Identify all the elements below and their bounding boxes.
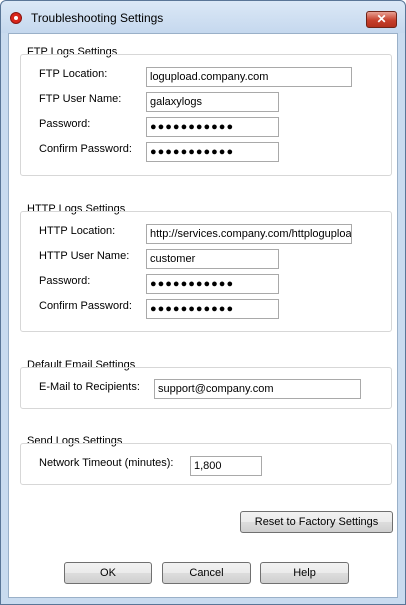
http-confirm-password-input[interactable]: ●●●●●●●●●●● bbox=[146, 299, 279, 319]
email-recipients-input[interactable]: support@company.com bbox=[154, 379, 361, 399]
help-button[interactable]: Help bbox=[260, 562, 349, 584]
ftp-confirm-password-label: Confirm Password: bbox=[39, 143, 132, 155]
ok-button[interactable]: OK bbox=[64, 562, 152, 584]
ftp-password-label: Password: bbox=[39, 118, 91, 130]
ftp-username-input[interactable]: galaxylogs bbox=[146, 92, 279, 112]
ftp-location-input[interactable]: logupload.company.com bbox=[146, 67, 352, 87]
cancel-button[interactable]: Cancel bbox=[162, 562, 251, 584]
http-username-input[interactable]: customer bbox=[146, 249, 279, 269]
window-title: Troubleshooting Settings bbox=[31, 11, 164, 25]
title-bar[interactable]: Troubleshooting Settings ✕ bbox=[1, 1, 405, 33]
http-confirm-password-label: Confirm Password: bbox=[39, 300, 132, 312]
network-timeout-input[interactable]: 1,800 bbox=[190, 456, 262, 476]
close-button[interactable]: ✕ bbox=[366, 11, 397, 28]
ftp-confirm-password-input[interactable]: ●●●●●●●●●●● bbox=[146, 142, 279, 162]
dialog-content: FTP Logs Settings FTP Location: loguploa… bbox=[8, 33, 398, 598]
network-timeout-label: Network Timeout (minutes): bbox=[39, 457, 174, 469]
ftp-username-label: FTP User Name: bbox=[39, 93, 122, 105]
reset-factory-settings-button[interactable]: Reset to Factory Settings bbox=[240, 511, 393, 533]
ftp-password-input[interactable]: ●●●●●●●●●●● bbox=[146, 117, 279, 137]
app-logo-icon bbox=[10, 12, 22, 24]
http-location-label: HTTP Location: bbox=[39, 225, 116, 237]
dialog-window: Troubleshooting Settings ✕ FTP Logs Sett… bbox=[0, 0, 406, 605]
http-location-input[interactable]: http://services.company.com/httploguploa bbox=[146, 224, 352, 244]
ftp-location-label: FTP Location: bbox=[39, 68, 108, 80]
http-username-label: HTTP User Name: bbox=[39, 250, 130, 262]
email-recipients-label: E-Mail to Recipients: bbox=[39, 381, 140, 393]
http-password-label: Password: bbox=[39, 275, 91, 287]
http-password-input[interactable]: ●●●●●●●●●●● bbox=[146, 274, 279, 294]
